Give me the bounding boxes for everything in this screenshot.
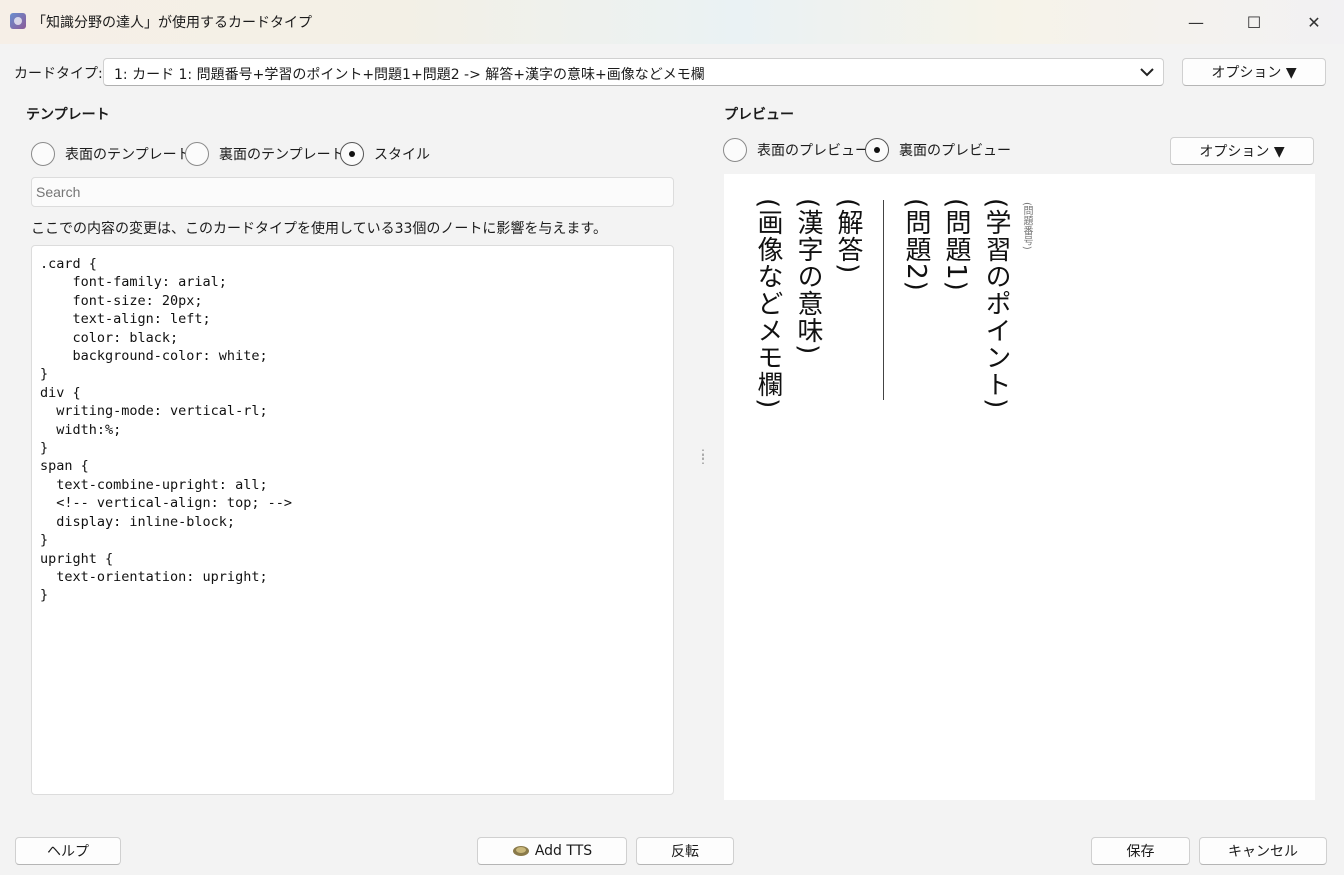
radio-indicator-checked: [865, 138, 889, 162]
radio-front-preview[interactable]: 表面のプレビュー: [723, 138, 869, 162]
splitter-handle[interactable]: ⋮ ⋮: [697, 448, 709, 472]
speaker-icon: [512, 844, 530, 858]
radio-indicator: [185, 142, 209, 166]
cancel-button[interactable]: キャンセル: [1199, 837, 1327, 865]
maximize-button[interactable]: ☐: [1224, 0, 1284, 44]
preview-question-number: (問題番号): [1021, 202, 1032, 250]
add-tts-button[interactable]: Add TTS: [477, 837, 627, 865]
close-button[interactable]: ✕: [1284, 0, 1344, 44]
help-button[interactable]: ヘルプ: [15, 837, 121, 865]
save-button[interactable]: 保存: [1091, 837, 1190, 865]
radio-label: 裏面のプレビュー: [899, 143, 1011, 159]
css-code-editor[interactable]: .card { font-family: arial; font-size: 2…: [31, 245, 674, 795]
card-type-value: 1: カード 1: 問題番号+学習のポイント+問題1+問題2 -> 解答+漢字の…: [114, 67, 705, 83]
preview-column: (学習のポイント): [981, 198, 1011, 410]
template-section-title: テンプレート: [26, 107, 110, 123]
title-bar: 「知識分野の達人」が使用するカードタイプ — ☐ ✕: [0, 0, 1344, 44]
preview-column: (問題2): [901, 198, 931, 292]
radio-back-preview[interactable]: 裏面のプレビュー: [865, 138, 1011, 162]
radio-front-template[interactable]: 表面のテンプレート: [31, 142, 191, 166]
preview-section-title: プレビュー: [724, 107, 794, 123]
radio-label: スタイル: [374, 147, 430, 163]
add-tts-label: Add TTS: [534, 843, 593, 859]
preview-column: (解答): [833, 198, 863, 275]
affected-notes-message: ここでの内容の変更は、このカードタイプを使用している33個のノートに影響を与えま…: [31, 221, 607, 237]
radio-label: 表面のテンプレート: [65, 147, 191, 163]
radio-label: 裏面のテンプレート: [219, 147, 345, 163]
preview-divider: [883, 200, 884, 400]
radio-label: 表面のプレビュー: [757, 143, 869, 159]
preview-options-button[interactable]: オプション ▼: [1170, 137, 1314, 165]
radio-back-template[interactable]: 裏面のテンプレート: [185, 142, 345, 166]
window-title: 「知識分野の達人」が使用するカードタイプ: [32, 15, 312, 31]
card-type-label: カードタイプ:: [14, 66, 103, 82]
preview-column: (画像などメモ欄): [753, 198, 783, 410]
app-icon: [10, 13, 26, 29]
minimize-button[interactable]: —: [1166, 0, 1226, 44]
radio-indicator: [723, 138, 747, 162]
card-type-options-button[interactable]: オプション ▼: [1182, 58, 1326, 86]
chevron-down-icon: [1139, 62, 1155, 85]
preview-column: (問題1): [941, 198, 971, 292]
radio-style[interactable]: スタイル: [340, 142, 430, 166]
card-type-select[interactable]: 1: カード 1: 問題番号+学習のポイント+問題1+問題2 -> 解答+漢字の…: [103, 58, 1164, 86]
radio-indicator-checked: [340, 142, 364, 166]
preview-column: (漢字の意味): [793, 198, 823, 356]
flip-button[interactable]: 反転: [636, 837, 734, 865]
radio-indicator: [31, 142, 55, 166]
search-input[interactable]: [31, 177, 674, 207]
